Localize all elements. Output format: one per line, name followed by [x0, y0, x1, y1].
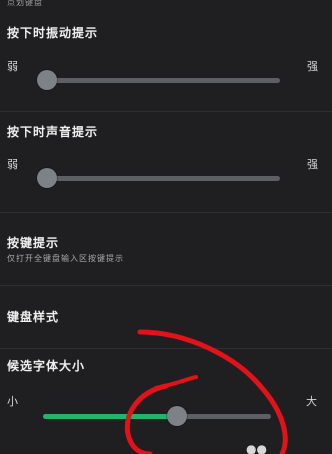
vibration-max-label: 强: [307, 60, 318, 73]
inner-annotation-stroke: [124, 383, 169, 454]
inner-annotation-tail: [154, 375, 198, 390]
candidate-font-size-slider-thumb[interactable]: [167, 406, 187, 426]
candidate-font-size-slider-track[interactable]: [43, 406, 271, 426]
sound-slider-track[interactable]: [37, 168, 280, 188]
key-hint-subtitle: 仅打开全键盘输入区按键提示: [7, 254, 124, 263]
top-fragment-label: 点划键盘: [7, 0, 43, 7]
candidate-font-size-max-label: 大: [306, 395, 317, 408]
outer-annotation-stroke: [137, 329, 288, 454]
sound-max-label: 强: [307, 158, 318, 171]
candidate-font-size-title: 候选字体大小: [7, 359, 86, 373]
candidate-font-size-slider-fill: [43, 414, 178, 419]
divider: [0, 111, 332, 112]
candidate-font-size-min-label: 小: [7, 395, 18, 408]
key-hint-title: 按键提示: [7, 236, 60, 250]
divider: [0, 285, 332, 286]
keyboard-style-setting[interactable]: 键盘样式: [0, 296, 332, 336]
vibration-slider-track[interactable]: [37, 70, 280, 90]
sound-slider-thumb[interactable]: [37, 168, 57, 188]
divider: [0, 212, 332, 213]
sound-min-label: 弱: [7, 158, 18, 171]
key-hint-setting[interactable]: 按键提示 仅打开全键盘输入区按键提示: [0, 222, 332, 272]
keyboard-style-title: 键盘样式: [7, 310, 60, 324]
double-drop-icon: ●●: [246, 442, 267, 454]
divider: [0, 348, 332, 349]
vibration-title: 按下时振动提示: [7, 26, 99, 40]
vibration-min-label: 弱: [7, 60, 18, 73]
vibration-slider-thumb[interactable]: [37, 70, 57, 90]
sound-title: 按下时声音提示: [7, 125, 99, 139]
